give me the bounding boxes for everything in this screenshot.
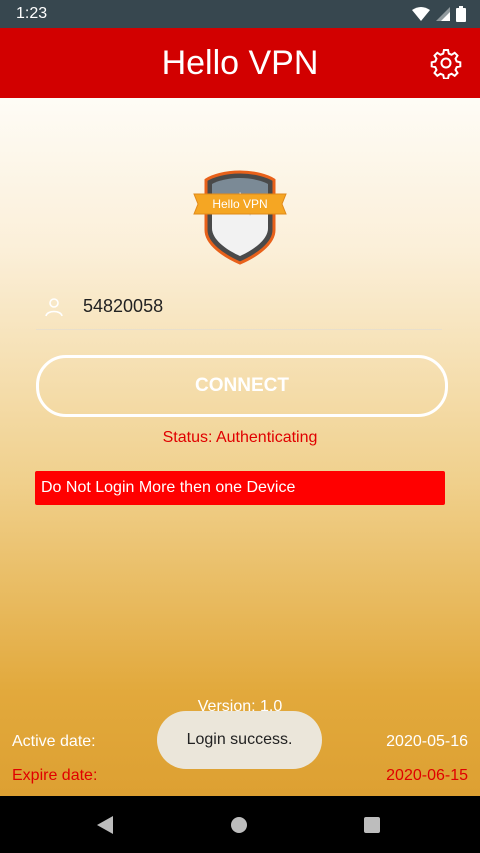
- back-icon[interactable]: [96, 815, 114, 835]
- recents-icon[interactable]: [364, 817, 380, 833]
- wifi-icon: [412, 7, 430, 21]
- status-bar: 1:23: [0, 0, 480, 28]
- app-bar: Hello VPN: [0, 28, 480, 98]
- connect-button[interactable]: CONNECT: [36, 355, 448, 417]
- signal-icon: [436, 7, 450, 21]
- warning-banner: Do Not Login More then one Device: [35, 471, 445, 505]
- logo-text: Hello VPN: [212, 197, 267, 211]
- gear-icon[interactable]: [430, 47, 462, 79]
- username-field[interactable]: 54820058: [36, 293, 442, 330]
- active-date-label: Active date:: [12, 733, 96, 750]
- navigation-bar: [0, 796, 480, 853]
- home-icon[interactable]: [231, 817, 247, 833]
- main-content: Hello VPN 54820058 CONNECT Status: Authe…: [0, 98, 480, 796]
- hello-vpn-logo: Hello VPN: [193, 170, 287, 265]
- toast-message: Login success.: [157, 711, 322, 769]
- status-text: Status: Authenticating: [162, 429, 318, 446]
- username-value: 54820058: [83, 296, 164, 316]
- battery-icon: [456, 6, 466, 22]
- active-date-value: 2020-05-16: [386, 733, 468, 750]
- app-title: Hello VPN: [161, 44, 319, 82]
- expire-date-value: 2020-06-15: [386, 767, 468, 784]
- expire-date-label: Expire date:: [12, 767, 98, 784]
- status-icons: [412, 6, 466, 22]
- status-time: 1:23: [16, 5, 48, 22]
- person-icon: [45, 298, 63, 317]
